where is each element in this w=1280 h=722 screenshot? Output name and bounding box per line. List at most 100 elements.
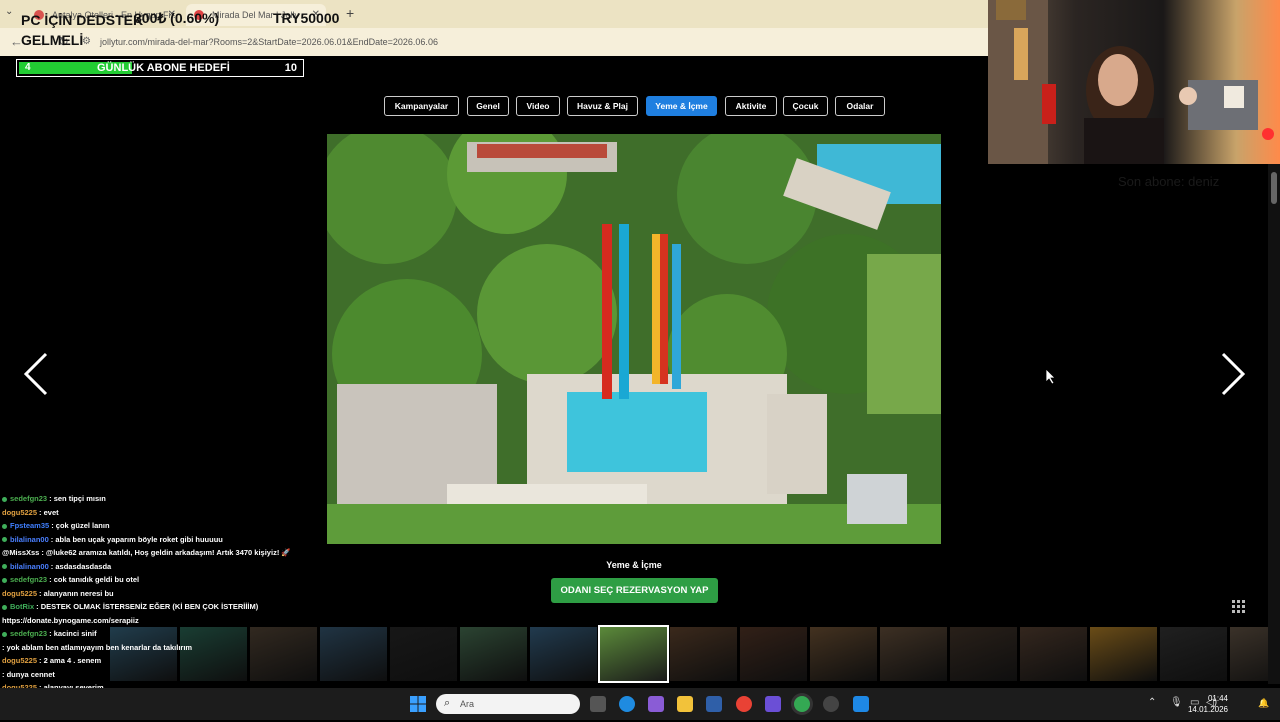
mouse-cursor-icon [1045, 368, 1056, 384]
copilot-icon[interactable] [648, 696, 664, 712]
book-room-button[interactable]: ODANI SEÇ REZERVASYON YAP [551, 578, 718, 603]
chat-badge-icon [2, 577, 7, 583]
tab-search-chevron-icon[interactable]: ⌄ [5, 6, 13, 17]
chat-username[interactable]: dogu5225 [2, 589, 37, 598]
chat-text: : asdasdasdasda [50, 561, 112, 571]
chat-username[interactable]: bilalinan00 [10, 535, 49, 544]
windows-taskbar: ⌕ Ara ⌃ 🎙 ▭ ◁) 01:44 14.01.2026 🔔 [0, 688, 1280, 720]
settings-icon[interactable] [823, 696, 839, 712]
chat-text: : alanyanın neresi bu [39, 588, 114, 598]
system-clock[interactable]: 01:44 14.01.2026 [1188, 693, 1228, 715]
gallery-thumbnail[interactable] [740, 627, 807, 681]
chat-message: https://donate.bynogame.com/serapiiz [2, 614, 332, 628]
chrome-icon[interactable] [736, 696, 752, 712]
gallery-thumbnail[interactable] [950, 627, 1017, 681]
microphone-icon[interactable]: 🎙 [1170, 697, 1183, 708]
tab-aktivite[interactable]: Aktivite [725, 96, 777, 116]
hotel-aerial-photo [327, 134, 941, 544]
chat-message: @MissXss: @luke62 aramıza katıldı, Hoş g… [2, 546, 332, 560]
chat-badge-icon [2, 537, 7, 543]
next-arrow-icon[interactable] [1219, 352, 1247, 396]
goal-label: GÜNLÜK ABONE HEDEFİ [97, 62, 230, 74]
chrome-active-icon[interactable] [794, 696, 810, 712]
chat-badge-icon [2, 564, 7, 570]
task-view-icon[interactable] [590, 696, 606, 712]
chat-text: : abla ben uçak yaparım böyle roket gibi… [50, 534, 223, 544]
goal-current: 4 [25, 62, 31, 73]
stream-overlay-goal-amount: TRY50000 [273, 10, 340, 26]
gallery-thumbnail[interactable] [670, 627, 737, 681]
chat-message: : dunya cennet [2, 668, 332, 682]
app-icon-2[interactable] [853, 696, 869, 712]
chat-message: bilalinan00: asdasdasdasda [2, 560, 332, 574]
chat-text: : 2 ama 4 . senem [39, 656, 102, 665]
gallery-thumbnail[interactable] [880, 627, 947, 681]
taskbar-search[interactable]: ⌕ Ara [436, 694, 580, 714]
gallery-thumbnail[interactable] [810, 627, 877, 681]
chat-username[interactable]: Fpsteam35 [10, 521, 49, 530]
tab-yeme-icme[interactable]: Yeme & İçme [646, 96, 717, 116]
chat-badge-icon [2, 604, 7, 610]
chat-message: dogu5225: evet [2, 506, 332, 520]
gallery-thumbnail[interactable] [598, 625, 669, 683]
windows-start-icon[interactable] [410, 696, 426, 712]
tab-odalar[interactable]: Odalar [835, 96, 885, 116]
chat-text: : cok tanıdık geldi bu otel [49, 575, 140, 584]
chat-message: sedefgn23: cok tanıdık geldi bu otel [2, 573, 332, 587]
search-placeholder: Ara [460, 699, 475, 709]
previous-arrow-icon[interactable] [22, 352, 50, 396]
chat-badge-icon [2, 496, 7, 502]
photo-caption: Yeme & İçme [606, 560, 662, 570]
last-subscriber-text: Son abone: deniz [1118, 174, 1220, 189]
chat-username[interactable]: dogu5225 [2, 508, 37, 517]
chat-message: sedefgn23: sen tipçi mısın [2, 492, 332, 506]
chat-text: https://donate.bynogame.com/serapiiz [2, 615, 139, 625]
chat-username[interactable]: @MissXss [2, 548, 39, 557]
page-scrollbar[interactable] [1268, 164, 1280, 684]
chat-username[interactable]: dogu5225 [2, 656, 37, 665]
chat-text: : @luke62 aramıza katıldı, Hoş geldin ar… [41, 548, 291, 557]
chat-badge-icon [2, 523, 7, 529]
chat-username[interactable]: sedefgn23 [10, 575, 47, 584]
gallery-thumbnail[interactable] [1090, 627, 1157, 681]
store-icon[interactable] [706, 696, 722, 712]
tab-havuz-plaj[interactable]: Havuz & Plaj [567, 96, 638, 116]
app-icon[interactable] [765, 696, 781, 712]
chat-message: sedefgn23: kacinci sinif [2, 627, 332, 641]
gallery-thumbnail[interactable] [530, 627, 597, 681]
url-input[interactable]: jollytur.com/mirada-del-mar?Rooms=2&Star… [100, 33, 980, 51]
chat-username[interactable]: sedefgn23 [10, 629, 47, 638]
chat-username[interactable]: bilalinan00 [10, 562, 49, 571]
tab-genel[interactable]: Genel [467, 96, 509, 116]
tab-video[interactable]: Video [516, 96, 560, 116]
chat-message: BotRix: DESTEK OLMAK İSTERSENİZ EĞER (Kİ… [2, 600, 332, 614]
notification-icon[interactable]: 🔔 [1258, 698, 1269, 709]
gallery-thumbnail[interactable] [460, 627, 527, 681]
grid-view-icon[interactable] [1232, 600, 1246, 614]
chat-message: : yok ablam ben atlamıyayım ben kenarlar… [2, 641, 332, 655]
chat-text: : yok ablam ben atlamıyayım ben kenarlar… [2, 642, 193, 652]
chat-username[interactable]: BotRix [10, 602, 34, 611]
chat-text: : dunya cennet [2, 669, 55, 679]
chat-username[interactable]: sedefgn23 [10, 494, 47, 503]
gallery-thumbnail[interactable] [1020, 627, 1087, 681]
tab-kampanyalar[interactable]: Kampanyalar [384, 96, 459, 116]
chat-text: : çok güzel lanın [51, 521, 110, 530]
new-tab-button[interactable]: + [346, 5, 354, 21]
tab-cocuk[interactable]: Çocuk [783, 96, 828, 116]
file-explorer-icon[interactable] [677, 696, 693, 712]
clock-time: 01:44 [1207, 694, 1228, 703]
chat-message: dogu5225: 2 ama 4 . senem [2, 654, 332, 668]
clock-date: 14.01.2026 [1187, 705, 1228, 714]
scrollbar-thumb[interactable] [1271, 172, 1277, 204]
edge-browser-icon[interactable] [619, 696, 635, 712]
subscriber-goal-bar: 4 GÜNLÜK ABONE HEDEFİ 10 [16, 59, 304, 77]
chat-badge-icon [2, 631, 7, 637]
tray-chevron-icon[interactable]: ⌃ [1148, 697, 1156, 708]
chat-text: : DESTEK OLMAK İSTERSENİZ EĞER (Kİ BEN Ç… [36, 602, 259, 611]
gallery-thumbnail[interactable] [390, 627, 457, 681]
chat-message: dogu5225: alanyanın neresi bu [2, 587, 332, 601]
gallery-thumbnail[interactable] [1160, 627, 1227, 681]
chat-message: bilalinan00: abla ben uçak yaparım böyle… [2, 533, 332, 547]
chat-message: Fpsteam35: çok güzel lanın [2, 519, 332, 533]
